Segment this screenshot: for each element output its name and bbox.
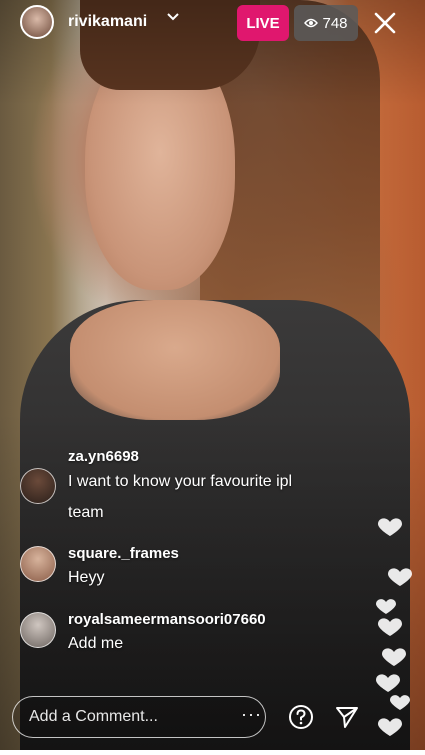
commenter-avatar[interactable] — [20, 612, 56, 648]
comment-username[interactable]: royalsameermansoori07660 — [68, 611, 266, 628]
close-icon[interactable] — [371, 9, 399, 37]
comment-username[interactable]: za.yn6698 — [68, 448, 139, 465]
host-avatar[interactable] — [20, 5, 54, 39]
comment-input[interactable]: Add a Comment... ··· — [12, 696, 266, 738]
live-label: LIVE — [246, 14, 280, 32]
comment-text: I want to know your favourite ipl — [68, 473, 293, 490]
comment-username[interactable]: square._frames — [68, 545, 179, 562]
viewer-count: 748 — [322, 14, 348, 32]
live-badge: LIVE — [237, 5, 289, 41]
commenter-avatar[interactable] — [20, 546, 56, 582]
comment-text: Add me — [68, 635, 124, 652]
comment-text: Heyy — [68, 569, 105, 586]
comment-text: team — [68, 504, 104, 521]
comment-placeholder: Add a Comment... — [29, 708, 158, 725]
viewer-count-badge[interactable]: 748 — [294, 5, 358, 41]
more-options-button[interactable]: ··· — [241, 704, 262, 725]
send-icon[interactable] — [334, 704, 360, 730]
eye-icon — [304, 15, 319, 32]
chevron-down-icon[interactable] — [166, 10, 180, 28]
live-header: rivikamani LIVE 748 — [0, 0, 425, 48]
host-username[interactable]: rivikamani — [68, 13, 147, 31]
question-icon[interactable] — [288, 704, 314, 730]
heart-icon — [360, 500, 425, 750]
commenter-avatar[interactable] — [20, 468, 56, 504]
